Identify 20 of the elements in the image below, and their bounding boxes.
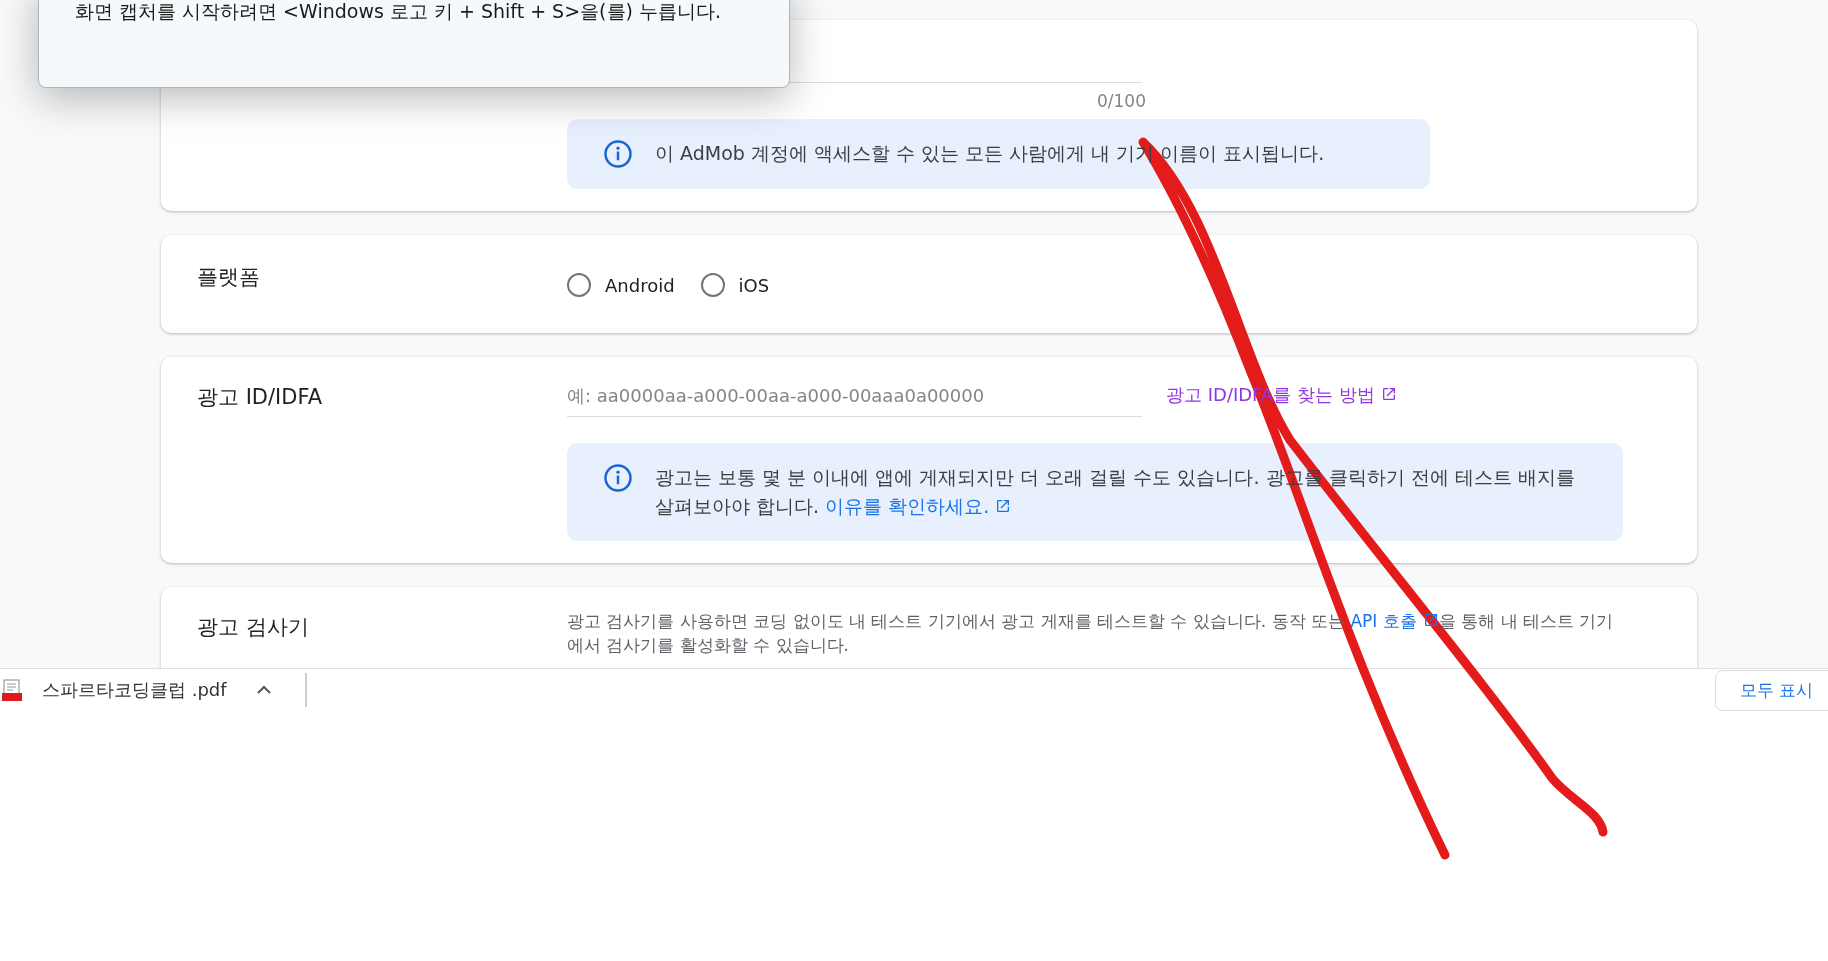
character-counter: 0/100 (1097, 91, 1146, 111)
info-icon (603, 139, 633, 169)
field-label: 광고 검사기 (197, 614, 310, 641)
notification-text: 화면 캡처를 시작하려면 <Windows 로고 키 + Shift + S>을(를) 누릅니다. (75, 0, 721, 22)
radio-button[interactable] (700, 273, 725, 297)
external-link-icon (995, 498, 1012, 514)
chevron-up-icon[interactable] (256, 685, 271, 695)
radio-label: iOS (738, 274, 770, 296)
api-link[interactable]: API 호출 (1350, 611, 1439, 631)
field-label: 광고 ID/IDFA (197, 384, 323, 411)
ad-id-field[interactable]: 예: aa0000aa-a000-00aa-a000-00aaa0a00000 (567, 379, 1142, 417)
field-label: 플랫폼 (197, 264, 261, 291)
show-all-button[interactable]: 모두 표시 (1714, 669, 1828, 711)
radio-label: Android (605, 274, 675, 296)
radio-button[interactable] (567, 273, 591, 297)
info-icon (603, 463, 633, 493)
download-file-name[interactable]: 스파르타코딩클럽 .pdf (42, 678, 227, 702)
external-link-icon (1380, 386, 1397, 402)
external-link-icon (1422, 612, 1439, 628)
info-link[interactable]: 이유를 확인하세요. (825, 495, 1012, 517)
